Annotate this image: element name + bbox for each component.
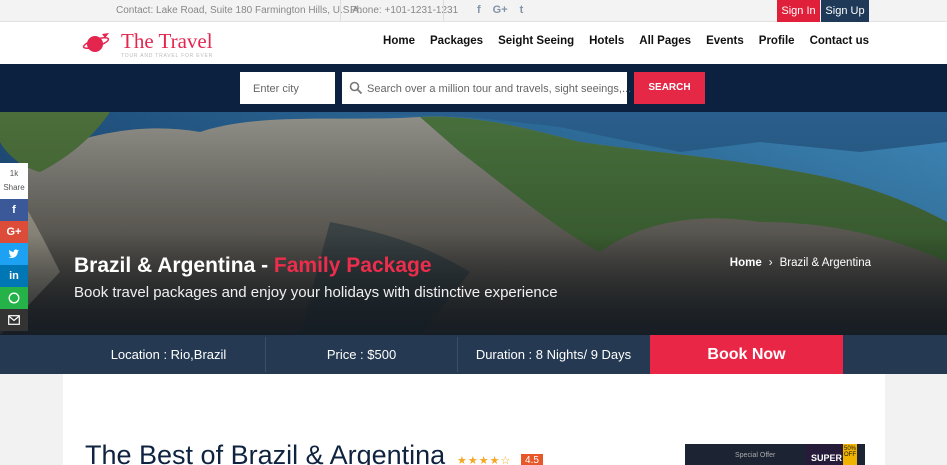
- divider: [443, 0, 444, 22]
- planet-plane-icon: [82, 33, 110, 52]
- page-subtitle: Book travel packages and enjoy your holi…: [74, 284, 558, 301]
- title-main: Brazil & Argentina -: [74, 254, 274, 277]
- title-accent: Family Package: [273, 254, 432, 277]
- search-icon: [349, 81, 363, 95]
- divider: [340, 0, 341, 22]
- twitter-share-icon[interactable]: [0, 243, 28, 265]
- twitter-icon: [8, 249, 19, 258]
- share-count: 1k Share: [0, 163, 28, 199]
- sign-up-button[interactable]: Sign Up: [821, 0, 869, 22]
- nav-home[interactable]: Home: [383, 35, 415, 47]
- package-info-bar: Location : Rio,Brazil Price : $500 Durat…: [0, 335, 947, 374]
- social-links: f G+ t: [477, 4, 523, 16]
- breadcrumb-home[interactable]: Home: [730, 257, 762, 269]
- hero-banner: Brazil & Argentina - Family Package Book…: [0, 112, 947, 335]
- book-now-button[interactable]: Book Now: [650, 335, 843, 374]
- section-heading: The Best of Brazil & Argentina: [85, 440, 446, 465]
- facebook-share-icon[interactable]: f: [0, 199, 28, 221]
- nav-packages[interactable]: Packages: [430, 35, 483, 47]
- logo[interactable]: The Travel TOUR AND TRAVEL FOR EVER: [80, 28, 230, 60]
- google-plus-icon[interactable]: G+: [493, 4, 508, 16]
- contact-address: Contact: Lake Road, Suite 180 Farmington…: [116, 5, 362, 16]
- email-share-icon[interactable]: [0, 309, 28, 331]
- search-bar: Enter city Search over a million tour an…: [0, 64, 947, 112]
- share-label: Share: [3, 183, 25, 192]
- share-sidebar: 1k Share f G+ in: [0, 163, 28, 331]
- search-placeholder: Search over a million tour and travels, …: [367, 83, 632, 95]
- search-input[interactable]: Search over a million tour and travels, …: [342, 72, 631, 104]
- nav-all-pages[interactable]: All Pages: [639, 35, 691, 47]
- promo-super: SUPER: [805, 444, 843, 465]
- brand-name: The Travel: [121, 29, 213, 53]
- facebook-icon[interactable]: f: [477, 4, 481, 16]
- city-input[interactable]: Enter city: [240, 72, 335, 104]
- chevron-right-icon: ›: [768, 257, 773, 269]
- sign-in-button[interactable]: Sign In: [777, 0, 820, 22]
- nav-contact[interactable]: Contact us: [810, 35, 869, 47]
- breadcrumb: Home › Brazil & Argentina: [730, 257, 871, 269]
- twitter-icon[interactable]: t: [520, 4, 524, 16]
- whatsapp-share-icon[interactable]: [0, 287, 28, 309]
- nav-profile[interactable]: Profile: [759, 35, 795, 47]
- rating-stars: ★★★★☆: [457, 455, 512, 465]
- promo-text: Special Offer: [735, 452, 776, 459]
- share-count-value: 1k: [9, 169, 19, 178]
- page-title: Brazil & Argentina - Family Package: [74, 254, 432, 278]
- whatsapp-icon: [8, 292, 20, 304]
- linkedin-share-icon[interactable]: in: [0, 265, 28, 287]
- package-price: Price : $500: [326, 347, 397, 362]
- promo-off: 50% OFF: [843, 444, 857, 465]
- content-panel: The Best of Brazil & Argentina ★★★★☆ 4.5…: [63, 374, 885, 465]
- main-nav: Home Packages Seight Seeing Hotels All P…: [383, 35, 869, 47]
- envelope-icon: [8, 315, 20, 325]
- brand-tagline: TOUR AND TRAVEL FOR EVER: [121, 53, 214, 59]
- nav-hotels[interactable]: Hotels: [589, 35, 624, 47]
- contact-phone: Phone: +101-1231-1231: [350, 5, 459, 16]
- nav-sightseeing[interactable]: Seight Seeing: [498, 35, 574, 47]
- top-bar: Contact: Lake Road, Suite 180 Farmington…: [0, 0, 947, 22]
- site-header: The Travel TOUR AND TRAVEL FOR EVER Home…: [0, 22, 947, 64]
- nav-events[interactable]: Events: [706, 35, 744, 47]
- search-button[interactable]: SEARCH: [634, 72, 705, 104]
- hero-background-image: [0, 112, 947, 335]
- google-plus-share-icon[interactable]: G+: [0, 221, 28, 243]
- package-location: Location : Rio,Brazil: [110, 347, 227, 362]
- promo-banner[interactable]: Special Offer SUPER 50% OFF: [685, 444, 865, 465]
- rating-badge: 4.5: [521, 454, 543, 465]
- breadcrumb-current: Brazil & Argentina: [779, 257, 871, 269]
- package-duration: Duration : 8 Nights/ 9 Days: [475, 347, 632, 362]
